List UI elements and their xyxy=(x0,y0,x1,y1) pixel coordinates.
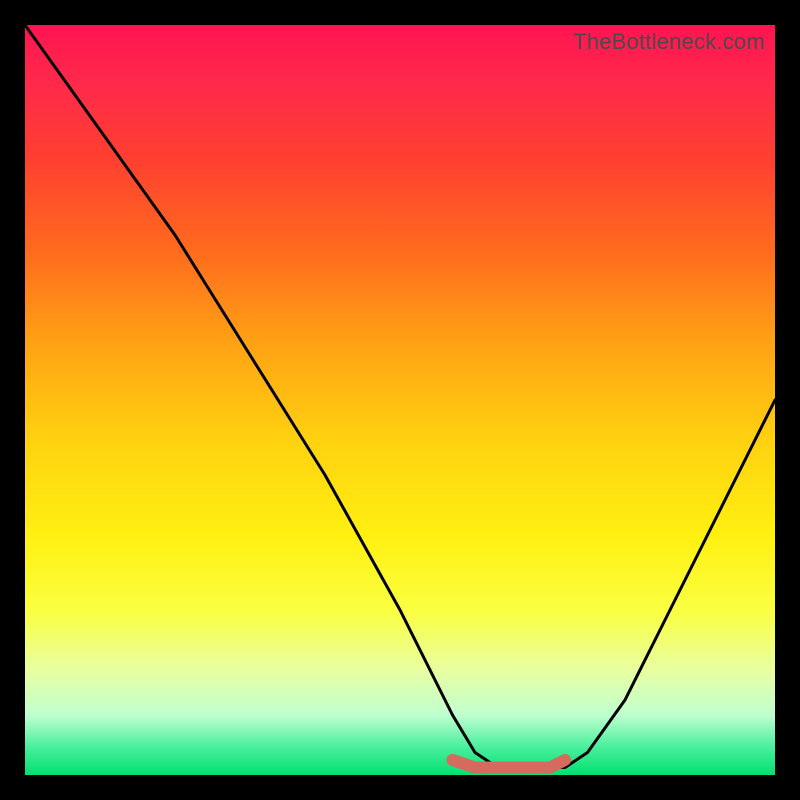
chart-frame: TheBottleneck.com xyxy=(0,0,800,800)
plot-area: TheBottleneck.com xyxy=(25,25,775,775)
chart-svg xyxy=(25,25,775,775)
bottleneck-curve-path xyxy=(25,25,775,768)
optimal-zone-path xyxy=(453,760,566,768)
